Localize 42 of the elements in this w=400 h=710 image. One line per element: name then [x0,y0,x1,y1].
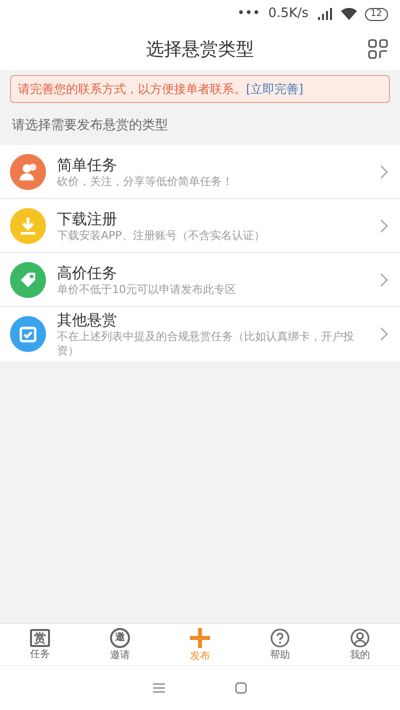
hint-text: 请选择需要发布悬赏的类型 [12,118,168,133]
type-item[interactable]: 下载注册 下载安装APP、注册账号（不含实名认证） [0,199,400,253]
grid-icon[interactable] [368,39,388,59]
plus-icon [189,626,211,648]
home-icon[interactable] [235,682,247,694]
type-title: 下载注册 [57,208,118,228]
type-description: 单价不低于10元可以申请发布此专区 [57,282,237,296]
page-title: 选择悬赏类型 [146,38,254,62]
type-description: 不在上述列表中提及的合规悬赏任务（比如认真绑卡，开户投资） [57,330,355,358]
help-icon [270,628,290,648]
signal-icon [316,8,333,20]
reward-icon: 赏 [30,628,50,646]
network-speed: 0.5K/s [268,5,309,24]
user-icon [350,628,370,648]
tab-label: 帮助 [270,650,290,662]
type-item[interactable]: 其他悬赏 不在上述列表中提及的合规悬赏任务（比如认真绑卡，开户投资） [0,307,400,361]
type-item[interactable]: 高价任务 单价不低于10元可以申请发布此专区 [0,253,400,307]
complete-now-link[interactable]: [立即完善] [246,82,304,96]
type-description: 下载安装APP、注册账号（不含实名认证） [57,228,266,242]
tab-label: 邀请 [110,650,130,662]
tab-label: 任务 [30,648,50,660]
tab-item[interactable]: 帮助 [240,624,320,665]
tab-label: 发布 [190,650,210,662]
type-title: 其他悬赏 [57,310,118,330]
chevron-icon [380,164,388,178]
chevron-icon [380,218,388,232]
type-title: 高价任务 [57,262,118,282]
tab-item[interactable]: 赏 任务 [0,624,80,665]
chevron-icon [380,327,388,341]
notice-text: 请完善您的联系方式，以方便接单者联系。 [18,82,246,96]
invite-icon: 邀 [110,628,130,648]
type-item[interactable]: 简单任务 砍价，关注，分享等低价简单任务！ [0,145,400,199]
tab-label: 我的 [350,650,370,662]
battery-indicator: 12 [364,8,388,20]
type-title: 简单任务 [57,154,118,174]
wifi-icon [340,8,357,20]
menu-icon[interactable] [153,683,165,693]
chevron-icon [380,272,388,286]
tab-item[interactable]: 邀 邀请 [80,624,160,665]
tab-item[interactable]: 我的 [320,624,400,665]
type-description: 砍价，关注，分享等低价简单任务！ [57,174,234,188]
status-dots: ••• [237,5,260,24]
